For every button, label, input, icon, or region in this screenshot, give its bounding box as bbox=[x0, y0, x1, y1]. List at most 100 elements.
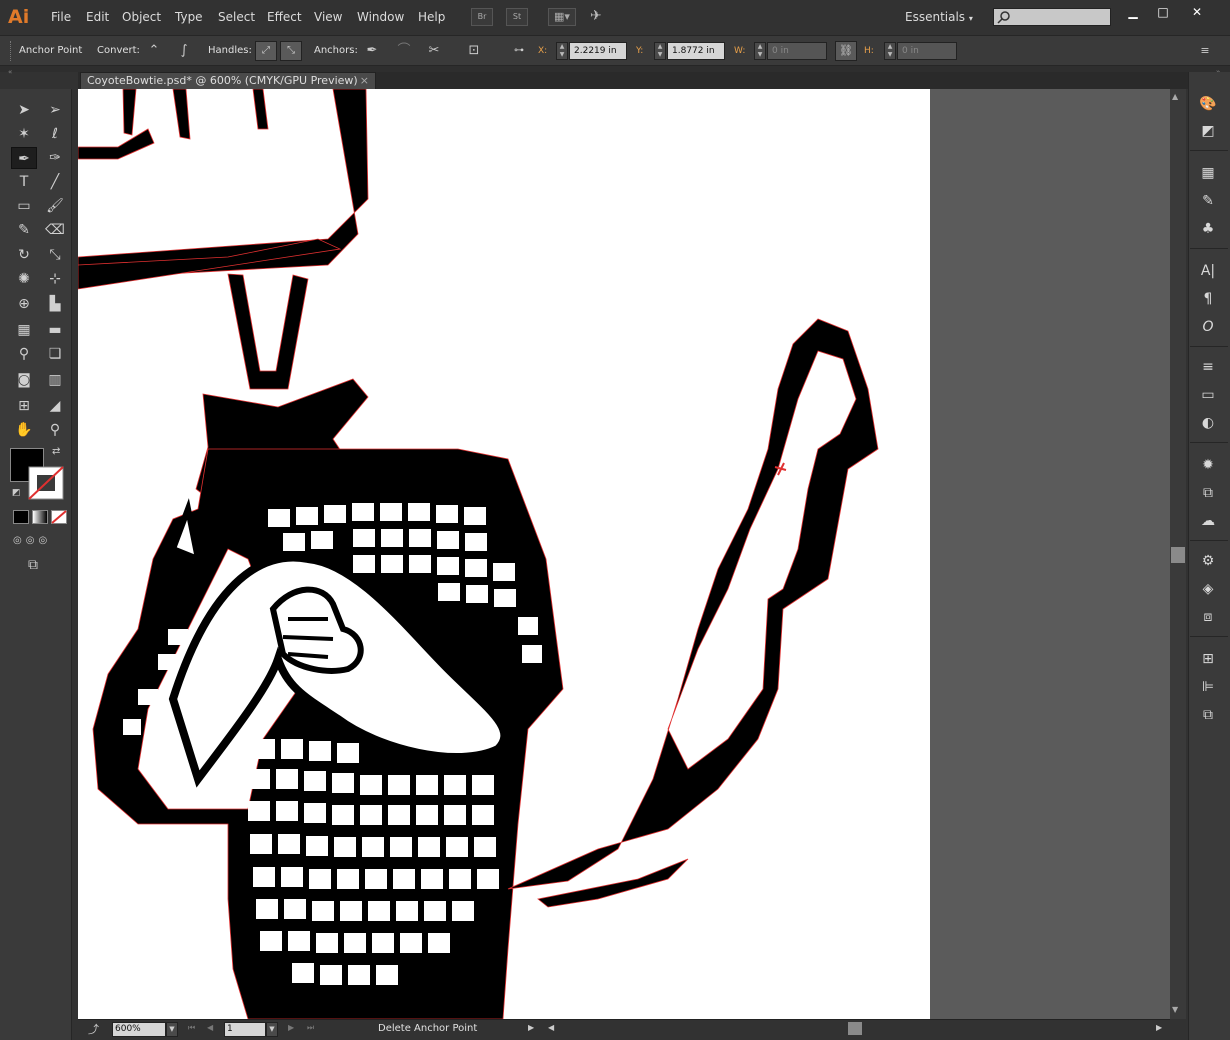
color-mode-icon[interactable] bbox=[13, 510, 29, 524]
swap-fill-stroke-icon[interactable]: ⇄ bbox=[52, 446, 60, 457]
artwork-coyote-bowtie[interactable] bbox=[78, 89, 930, 1019]
color-panel-icon[interactable]: 🎨 bbox=[1195, 93, 1221, 115]
menu-edit[interactable]: Edit bbox=[86, 10, 109, 24]
last-artboard-icon[interactable]: ⏭ bbox=[307, 1023, 314, 1033]
scroll-up-icon[interactable]: ▲ bbox=[1172, 92, 1178, 101]
gradient-panel-icon[interactable]: ▭ bbox=[1195, 384, 1221, 406]
connect-endpoints-icon[interactable]: ⌒ bbox=[393, 41, 415, 61]
color-guide-icon[interactable]: ◩ bbox=[1195, 120, 1221, 142]
drawing-modes-icon[interactable]: ◎◎◎ bbox=[13, 535, 65, 549]
screen-mode-icon[interactable]: ⧉ bbox=[28, 557, 38, 573]
shaper-tool-icon[interactable]: ✎ bbox=[11, 219, 37, 241]
scroll-left-icon[interactable]: ◀ bbox=[548, 1023, 554, 1032]
status-menu-icon[interactable]: ▶ bbox=[528, 1023, 534, 1032]
zoom-dropdown-icon[interactable]: ▼ bbox=[166, 1022, 178, 1037]
paintbrush-tool-icon[interactable]: 🖌 bbox=[42, 195, 68, 217]
slice-tool-icon[interactable]: ◢ bbox=[42, 395, 68, 417]
shape-builder-tool-icon[interactable]: ⊕ bbox=[11, 293, 37, 315]
h-field[interactable]: 0 in bbox=[897, 42, 957, 60]
maximize-icon[interactable]: □ bbox=[1152, 4, 1174, 20]
asset-export-icon[interactable]: ⚙ bbox=[1195, 550, 1221, 572]
minimize-icon[interactable]: ▁ bbox=[1122, 4, 1144, 20]
magic-wand-tool-icon[interactable]: ✶ bbox=[11, 123, 37, 145]
menu-window[interactable]: Window bbox=[357, 10, 404, 24]
bridge-button[interactable]: Br bbox=[471, 8, 493, 26]
opentype-panel-icon[interactable]: O bbox=[1195, 316, 1221, 338]
h-stepper[interactable]: ▲ ▼ bbox=[884, 42, 896, 60]
type-tool-icon[interactable]: T bbox=[11, 171, 37, 193]
y-stepper[interactable]: ▲ ▼ bbox=[654, 42, 666, 60]
canvas-area[interactable] bbox=[78, 89, 1170, 1019]
pathfinder-panel-icon[interactable]: ⧉ bbox=[1195, 704, 1221, 726]
line-tool-icon[interactable]: ╱ bbox=[42, 171, 68, 193]
horizontal-scroll-thumb[interactable] bbox=[848, 1022, 862, 1035]
menu-select[interactable]: Select bbox=[218, 10, 255, 24]
close-tab-icon[interactable]: × bbox=[360, 73, 369, 88]
character-panel-icon[interactable]: A| bbox=[1195, 260, 1221, 282]
search-input[interactable] bbox=[993, 8, 1111, 26]
panel-gripper[interactable] bbox=[10, 41, 12, 61]
artboard-tool-icon[interactable]: ⊞ bbox=[11, 395, 37, 417]
zoom-tool-icon[interactable]: ⚲ bbox=[42, 419, 68, 441]
x-field[interactable]: 2.2219 in bbox=[569, 42, 627, 60]
gradient-mode-icon[interactable] bbox=[32, 510, 48, 524]
scroll-down-icon[interactable]: ▼ bbox=[1172, 1005, 1178, 1014]
align-to-selection-icon[interactable]: ⊡ bbox=[463, 41, 485, 61]
artboards-panel-icon[interactable]: ⧈ bbox=[1195, 606, 1221, 628]
menu-type[interactable]: Type bbox=[175, 10, 203, 24]
swatches-panel-icon[interactable]: ▦ bbox=[1195, 162, 1221, 184]
stock-button[interactable]: St bbox=[506, 8, 528, 26]
close-window-icon[interactable]: ✕ bbox=[1186, 4, 1208, 20]
artboard[interactable] bbox=[78, 89, 930, 1019]
first-artboard-icon[interactable]: ⏮ bbox=[188, 1023, 195, 1033]
artboard-navigation-icon[interactable]: ⤴ bbox=[88, 1021, 99, 1037]
mesh-tool-icon[interactable]: ▦ bbox=[11, 319, 37, 341]
symbol-sprayer-tool-icon[interactable]: ◙ bbox=[11, 369, 37, 391]
default-colors-icon[interactable]: ◩ bbox=[12, 488, 21, 498]
next-artboard-icon[interactable]: ▶ bbox=[288, 1023, 294, 1032]
paragraph-panel-icon[interactable]: ¶ bbox=[1195, 288, 1221, 310]
arrange-documents-icon[interactable]: ▦▾ bbox=[548, 8, 576, 26]
collapse-toolbox-icon[interactable]: « bbox=[8, 68, 12, 76]
w-stepper[interactable]: ▲ ▼ bbox=[754, 42, 766, 60]
menu-file[interactable]: File bbox=[51, 10, 71, 24]
artboard-number-field[interactable]: 1 bbox=[224, 1022, 266, 1037]
document-tab[interactable]: CoyoteBowtie.psd* @ 600% (CMYK/GPU Previ… bbox=[80, 72, 376, 89]
selection-tool-icon[interactable]: ➤ bbox=[11, 99, 37, 121]
eraser-tool-icon[interactable]: ⌫ bbox=[42, 219, 68, 241]
menu-object[interactable]: Object bbox=[122, 10, 161, 24]
zoom-field[interactable]: 600% bbox=[112, 1022, 166, 1037]
previous-artboard-icon[interactable]: ◀ bbox=[207, 1023, 213, 1032]
layers-panel-icon[interactable]: ◈ bbox=[1195, 578, 1221, 600]
menu-effect[interactable]: Effect bbox=[267, 10, 302, 24]
convert-to-smooth-icon[interactable]: ∫ bbox=[173, 41, 195, 61]
w-field[interactable]: 0 in bbox=[767, 42, 827, 60]
artboard-dropdown-icon[interactable]: ▼ bbox=[266, 1022, 278, 1037]
blend-tool-icon[interactable]: ❏ bbox=[42, 343, 68, 365]
transparency-panel-icon[interactable]: ◐ bbox=[1195, 412, 1221, 434]
hand-tool-icon[interactable]: ✋ bbox=[11, 419, 37, 441]
appearance-panel-icon[interactable]: ✹ bbox=[1195, 454, 1221, 476]
scroll-right-icon[interactable]: ▶ bbox=[1156, 1023, 1162, 1032]
graphic-styles-icon[interactable]: ⧉ bbox=[1195, 482, 1221, 504]
stroke-swatch[interactable] bbox=[28, 466, 64, 500]
pen-tool-icon[interactable]: ✒ bbox=[11, 147, 37, 169]
cc-libraries-icon[interactable]: ☁ bbox=[1195, 510, 1221, 532]
eyedropper-tool-icon[interactable]: ⚲ bbox=[11, 343, 37, 365]
lasso-tool-icon[interactable]: ℓ bbox=[42, 123, 68, 145]
hide-handles-icon[interactable]: ⤡ bbox=[280, 41, 302, 61]
menu-view[interactable]: View bbox=[314, 10, 342, 24]
stroke-panel-icon[interactable]: ≡ bbox=[1195, 356, 1221, 378]
rotate-tool-icon[interactable]: ↻ bbox=[11, 244, 37, 266]
scale-tool-icon[interactable]: ⤡ bbox=[42, 244, 68, 266]
free-transform-tool-icon[interactable]: ⊹ bbox=[42, 268, 68, 290]
direct-selection-tool-icon[interactable]: ➢ bbox=[42, 99, 68, 121]
vertical-scroll-thumb[interactable] bbox=[1171, 547, 1185, 563]
constrain-proportions-icon[interactable]: ⛓ bbox=[835, 41, 857, 61]
align-panel-icon[interactable]: ⊫ bbox=[1195, 676, 1221, 698]
warp-tool-icon[interactable]: ✺ bbox=[11, 268, 37, 290]
gradient-tool-icon[interactable]: ▬ bbox=[42, 319, 68, 341]
column-graph-tool-icon[interactable]: ▥ bbox=[42, 369, 68, 391]
transform-panel-icon[interactable]: ⊞ bbox=[1195, 648, 1221, 670]
reference-point-icon[interactable]: ⊶ bbox=[508, 41, 530, 61]
